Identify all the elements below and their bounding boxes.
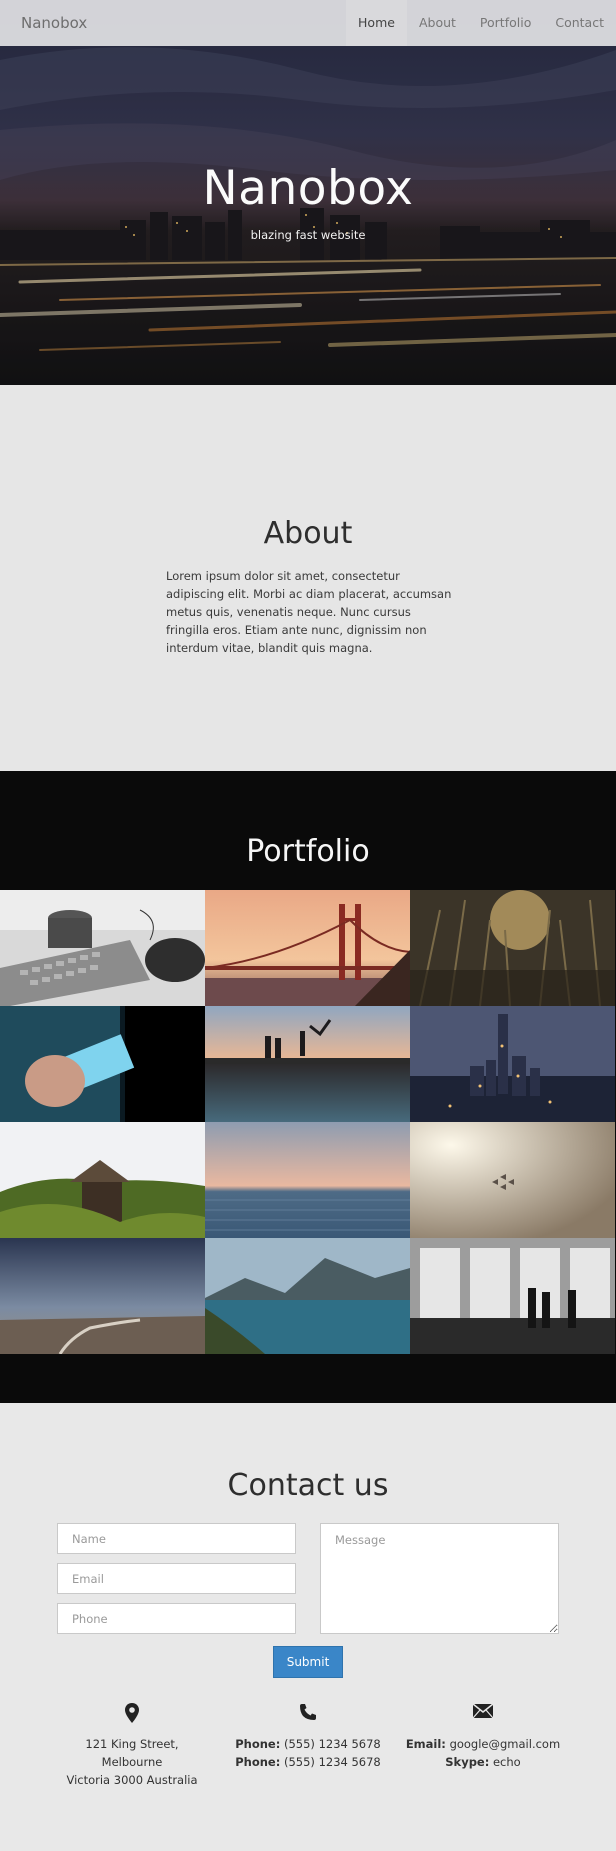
- portfolio-image-grass[interactable]: [410, 890, 615, 1006]
- portfolio-image-cabin[interactable]: [0, 1122, 205, 1238]
- hero-title: Nanobox: [202, 161, 414, 216]
- contact-section: Contact us Submit 121 King Street, Melbo…: [0, 1403, 616, 1851]
- portfolio-image-pool[interactable]: [205, 1006, 410, 1122]
- portfolio-image-jets[interactable]: [410, 1122, 615, 1238]
- phone-line-1: Phone: (555) 1234 5678: [235, 1737, 381, 1751]
- email-line: Email: google@gmail.com: [405, 1737, 561, 1751]
- about-paragraph: Lorem ipsum dolor sit amet, consectetur …: [166, 569, 452, 655]
- nav-link-portfolio[interactable]: Portfolio: [468, 0, 543, 46]
- nav-link-contact[interactable]: Contact: [543, 0, 616, 46]
- envelope-icon: [383, 1703, 583, 1723]
- portfolio-image-sea[interactable]: [205, 1122, 410, 1238]
- about-heading: About: [263, 516, 353, 551]
- portfolio-image-lake[interactable]: [205, 1238, 410, 1354]
- email-address[interactable]: google@gmail.com: [450, 1737, 561, 1751]
- hero-subtitle: blazing fast website: [250, 228, 366, 242]
- portfolio-image-observation[interactable]: [410, 1238, 615, 1354]
- phone-input[interactable]: [57, 1603, 296, 1634]
- brand-logo[interactable]: Nanobox: [21, 14, 87, 32]
- skype-line: Skype: echo: [445, 1755, 521, 1769]
- name-input[interactable]: [57, 1523, 296, 1554]
- map-marker-icon: [32, 1703, 232, 1723]
- skype-handle[interactable]: echo: [493, 1755, 521, 1769]
- portfolio-section: Portfolio: [0, 771, 616, 1403]
- submit-button[interactable]: Submit: [273, 1646, 343, 1678]
- portfolio-image-keyboard[interactable]: [0, 890, 205, 1006]
- top-navbar: Nanobox Home About Portfolio Contact: [0, 0, 616, 46]
- email-input[interactable]: [57, 1563, 296, 1594]
- phone-number-2: (555) 1234 5678: [283, 1755, 381, 1769]
- hero-section: Nanobox blazing fast website: [0, 0, 616, 385]
- portfolio-image-phone[interactable]: [0, 1006, 205, 1122]
- address-block: 121 King Street, Melbourne Victoria 3000…: [32, 1703, 232, 1789]
- address-line-3: Victoria 3000 Australia: [66, 1773, 198, 1787]
- phone-line-2: Phone: (555) 1234 5678: [235, 1755, 381, 1769]
- about-section: About Lorem ipsum dolor sit amet, consec…: [0, 385, 616, 771]
- contact-heading: Contact us: [227, 1468, 389, 1503]
- portfolio-image-road[interactable]: [0, 1238, 205, 1354]
- online-contact-block: Email: google@gmail.com Skype: echo: [383, 1703, 583, 1771]
- address-line-1: 121 King Street,: [85, 1737, 179, 1751]
- nav-link-home[interactable]: Home: [346, 0, 407, 46]
- message-textarea[interactable]: [320, 1523, 559, 1634]
- phone-block: Phone: (555) 1234 5678 Phone: (555) 1234…: [208, 1703, 408, 1771]
- portfolio-heading: Portfolio: [246, 834, 370, 869]
- portfolio-image-skyline[interactable]: [410, 1006, 615, 1122]
- portfolio-grid: [0, 890, 616, 1354]
- address-line-2: Melbourne: [101, 1755, 163, 1769]
- nav-link-about[interactable]: About: [407, 0, 468, 46]
- phone-icon: [208, 1703, 408, 1723]
- phone-number-1: (555) 1234 5678: [283, 1737, 381, 1751]
- portfolio-image-bridge[interactable]: [205, 890, 410, 1006]
- nav-links: Home About Portfolio Contact: [346, 0, 616, 46]
